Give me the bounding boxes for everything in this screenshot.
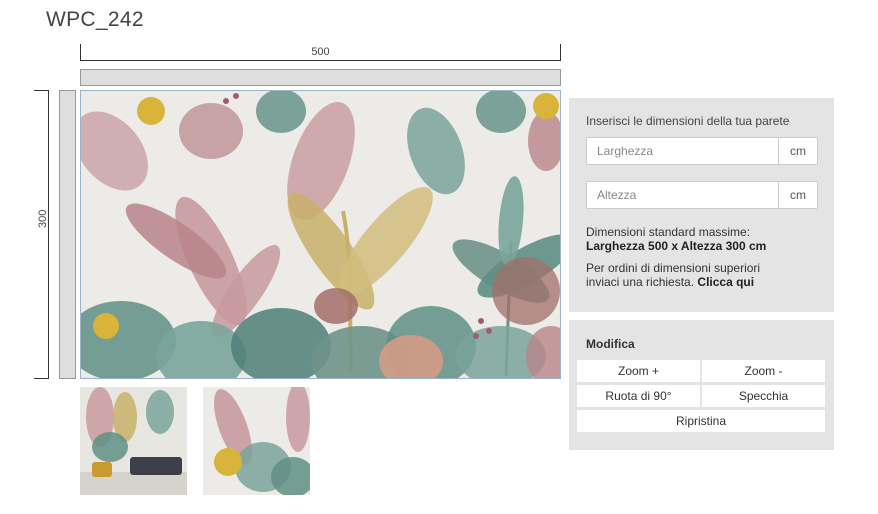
reset-button[interactable]: Ripristina <box>577 410 825 432</box>
width-ruler: 500 <box>80 44 561 61</box>
rotate-button[interactable]: Ruota di 90° <box>577 385 700 407</box>
standard-dimensions-label: Dimensioni standard massime: <box>586 225 751 239</box>
height-unit: cm <box>778 182 817 208</box>
wallpaper-preview[interactable] <box>80 90 561 379</box>
dimensions-instruction: Inserisci le dimensioni della tua parete <box>586 114 790 128</box>
request-text-line1: Per ordini di dimensioni superiori <box>586 261 761 275</box>
dimensions-panel: Inserisci le dimensioni della tua parete… <box>569 98 834 312</box>
request-text-line2: inviaci una richiesta. <box>586 275 695 289</box>
zoom-out-button[interactable]: Zoom - <box>702 360 825 382</box>
room-preview-image <box>80 387 187 495</box>
height-resize-bar[interactable] <box>59 90 76 379</box>
height-ruler <box>34 90 49 379</box>
edit-title: Modifica <box>586 337 635 351</box>
edit-buttons: Zoom + Zoom - Ruota di 90° Specchia Ripr… <box>577 360 826 432</box>
height-input[interactable] <box>587 182 778 208</box>
width-input[interactable] <box>587 138 778 164</box>
product-title: WPC_242 <box>46 8 144 31</box>
request-link[interactable]: Clicca qui <box>697 275 754 289</box>
tropical-mural-image <box>81 91 560 378</box>
detail-preview-thumbnail[interactable] <box>203 387 310 495</box>
edit-panel: Modifica Zoom + Zoom - Ruota di 90° Spec… <box>569 320 834 450</box>
width-field: cm <box>586 137 818 165</box>
height-ruler-label: 300 <box>37 209 49 228</box>
standard-dimensions: Dimensioni standard massime: Larghezza 5… <box>586 225 818 253</box>
height-field: cm <box>586 181 818 209</box>
detail-preview-image <box>203 387 310 495</box>
standard-dimensions-value: Larghezza 500 x Altezza 300 cm <box>586 239 767 253</box>
larger-size-request: Per ordini di dimensioni superiori invia… <box>586 261 818 289</box>
zoom-in-button[interactable]: Zoom + <box>577 360 700 382</box>
room-preview-thumbnail[interactable] <box>80 387 187 495</box>
width-unit: cm <box>778 138 817 164</box>
width-ruler-label: 500 <box>311 46 330 58</box>
mirror-button[interactable]: Specchia <box>702 385 825 407</box>
width-resize-bar[interactable] <box>80 69 561 86</box>
